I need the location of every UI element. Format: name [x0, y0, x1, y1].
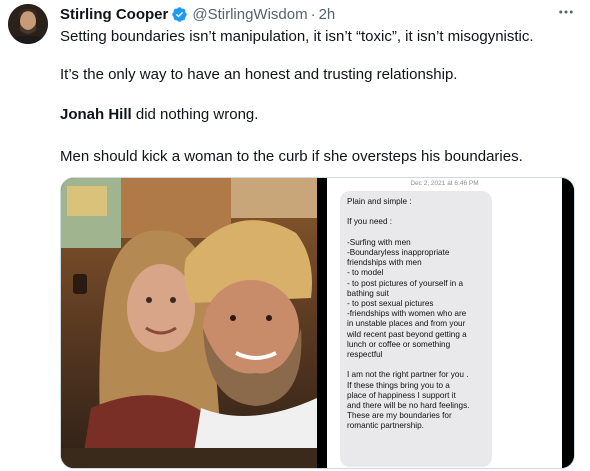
message-date: Dec 2, 2021 at 6:46 PM [410, 180, 479, 187]
tweet-line-2: It’s the only way to have an honest and … [60, 66, 458, 83]
message-line [347, 360, 485, 370]
message-line: - to post sexual pictures [347, 299, 434, 309]
message-line: - to post pictures of yourself in a [347, 278, 464, 288]
message-line: These are my boundaries for [347, 411, 452, 421]
message-line: wild recent past beyond getting a [347, 329, 467, 339]
avatar[interactable] [8, 4, 48, 44]
selfie-photo[interactable] [61, 178, 317, 468]
tweet-line-3: Jonah Hill did nothing wrong. [60, 105, 258, 125]
tweet-line-4: Men should kick a woman to the curb if s… [60, 148, 523, 165]
message-line: -friendships with women who are [347, 309, 467, 319]
more-horizontal-icon[interactable] [556, 2, 576, 22]
message-line: friendships with men [347, 258, 422, 268]
message-line [347, 207, 485, 217]
message-line: Plain and simple : [347, 197, 412, 206]
message-screen: Dec 2, 2021 at 6:46 PM Plain and simple … [327, 178, 562, 468]
message-line: respectful [347, 350, 383, 360]
timestamp[interactable]: 2h [319, 6, 336, 23]
tweet-line-3-rest: did nothing wrong. [131, 106, 259, 123]
tweet-line-1: Setting boundaries isn’t manipulation, i… [60, 28, 534, 45]
message-line: -Boundaryless inappropriate [347, 248, 450, 258]
tweet-header: Stirling Cooper @StirlingWisdom · 2h [60, 4, 578, 24]
message-line: - to model [347, 268, 384, 278]
message-line: -Surfing with men [347, 237, 411, 247]
message-line: If these things bring you to a [347, 380, 450, 390]
text-message-screenshot[interactable]: Dec 2, 2021 at 6:46 PM Plain and simple … [319, 178, 574, 468]
author-name[interactable]: Stirling Cooper [60, 6, 168, 23]
message-line: and there will be no hard feelings. [347, 401, 470, 411]
author-handle[interactable]: @StirlingWisdom [192, 6, 307, 23]
message-line: bathing suit [347, 288, 389, 298]
avatar-image [8, 4, 48, 44]
tweet-media[interactable]: Dec 2, 2021 at 6:46 PM Plain and simple … [60, 177, 575, 469]
separator-dot: · [310, 5, 316, 23]
message-line: I am not the right partner for you . [347, 370, 469, 380]
message-line: in unstable places and from your [347, 319, 466, 329]
message-line: place of happiness I support it [347, 390, 456, 400]
message-line: lunch or coffee or something [347, 339, 451, 349]
verified-badge-icon [172, 6, 188, 22]
message-line [347, 228, 485, 238]
message-bubble: Plain and simple : If you need : -Surfin… [340, 191, 492, 467]
message-line: If you need : [347, 217, 393, 227]
message-line: romantic partnership. [347, 421, 424, 431]
mentioned-name: Jonah Hill [60, 106, 132, 123]
